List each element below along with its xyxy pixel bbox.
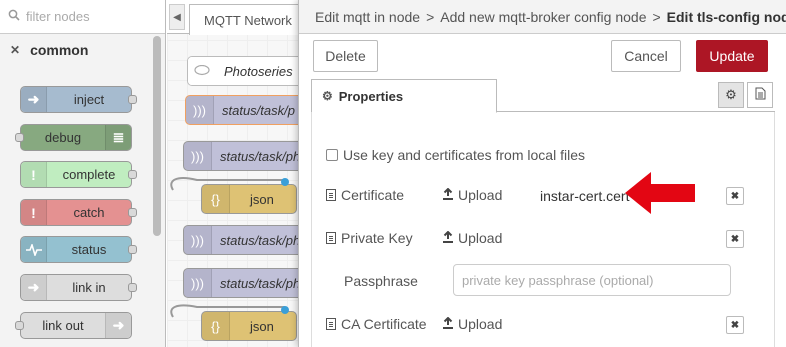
input-port: [15, 321, 24, 330]
output-port: [128, 170, 137, 179]
chevron-down-icon: ✕: [10, 43, 21, 57]
upload-icon: [442, 316, 454, 332]
palette-node-label: status: [71, 242, 107, 257]
close-icon: ✖: [730, 190, 740, 202]
palette-node-complete[interactable]: ! complete: [20, 161, 137, 188]
page-title: Edit tls-config node: [666, 8, 786, 25]
palette-node-status[interactable]: status: [20, 236, 137, 263]
input-port: [15, 133, 24, 142]
node-description-button[interactable]: [747, 82, 773, 108]
exclamation-icon: !: [21, 162, 47, 187]
palette-node-label: complete: [62, 167, 116, 182]
list-icon: ≣: [105, 125, 131, 150]
palette-node-link-out[interactable]: link out ➜: [15, 312, 132, 339]
passphrase-input[interactable]: [453, 264, 731, 296]
certificate-row: Certificate: [326, 187, 404, 203]
private-key-label: Private Key: [341, 230, 413, 246]
close-icon: ✖: [730, 233, 740, 245]
use-key-row: Use key and certificates from local file…: [326, 147, 585, 163]
passphrase-label: Passphrase: [344, 273, 418, 289]
tray-breadcrumb: Edit mqtt in node > Add new mqtt-broker …: [299, 0, 786, 34]
upload-icon: [442, 187, 454, 203]
output-port: [128, 283, 137, 292]
private-key-upload-button[interactable]: Upload: [442, 230, 502, 246]
ca-certificate-label: CA Certificate: [341, 316, 427, 332]
pulse-icon: [21, 237, 47, 262]
gear-icon: ⚙: [725, 87, 737, 102]
palette-node-label: catch: [73, 205, 105, 220]
search-icon: [8, 9, 20, 24]
link-arrow-icon: ➜: [21, 275, 47, 300]
upload-label: Upload: [458, 316, 503, 332]
certificate-upload-button[interactable]: Upload: [442, 187, 502, 203]
palette-search-input[interactable]: filter nodes: [0, 0, 165, 34]
palette-node-label: inject: [73, 92, 105, 107]
certificate-label: Certificate: [341, 187, 405, 203]
tls-config-form: Use key and certificates from local file…: [311, 112, 775, 347]
palette-scrollbar[interactable]: [153, 36, 161, 236]
breadcrumb-separator: >: [652, 8, 661, 25]
gear-icon: ⚙: [322, 89, 333, 103]
upload-label: Upload: [458, 230, 503, 246]
breadcrumb-item-mqtt-broker[interactable]: Add new mqtt-broker config node: [440, 9, 646, 25]
use-key-label: Use key and certificates from local file…: [343, 147, 585, 163]
file-icon: [326, 232, 336, 244]
ca-certificate-upload-button[interactable]: Upload: [442, 316, 502, 332]
arrow-right-icon: ➜: [21, 87, 47, 112]
output-port: [128, 208, 137, 217]
palette-node-catch[interactable]: ! catch: [20, 199, 137, 226]
edit-tray: Edit mqtt in node > Add new mqtt-broker …: [298, 0, 786, 347]
close-icon: ✖: [730, 319, 740, 331]
cancel-button[interactable]: Cancel: [611, 40, 681, 72]
tab-properties[interactable]: ⚙ Properties: [311, 79, 497, 113]
flow-workspace[interactable]: ◀ MQTT Network Photoseries ))) status/ta…: [167, 0, 307, 347]
palette-node-label: link out: [42, 318, 84, 333]
palette-node-label: debug: [44, 130, 82, 145]
node-palette: filter nodes ✕ common ➜ inject debug ≣ !…: [0, 0, 166, 347]
output-port: [128, 245, 137, 254]
ca-certificate-clear-button[interactable]: ✖: [726, 316, 744, 334]
delete-button[interactable]: Delete: [313, 40, 378, 72]
upload-label: Upload: [458, 187, 503, 203]
private-key-clear-button[interactable]: ✖: [726, 230, 744, 248]
certificate-file-name: instar-cert.cert: [540, 188, 630, 204]
palette-node-debug[interactable]: debug ≣: [15, 124, 132, 151]
use-key-checkbox[interactable]: [326, 149, 338, 161]
palette-node-link-in[interactable]: ➜ link in: [20, 274, 137, 301]
breadcrumb-item-mqtt-in[interactable]: Edit mqtt in node: [315, 9, 420, 25]
tray-tab-bar: ⚙ Properties ⚙: [311, 76, 775, 113]
ca-certificate-row: CA Certificate: [326, 316, 427, 332]
upload-icon: [442, 230, 454, 246]
breadcrumb-separator: >: [426, 8, 435, 25]
private-key-row: Private Key: [326, 230, 413, 246]
flow-wires: [170, 177, 289, 318]
exclamation-icon: !: [21, 200, 47, 225]
palette-category-label: common: [30, 42, 89, 58]
output-port: [128, 95, 137, 104]
passphrase-row: Passphrase: [344, 273, 418, 289]
link-arrow-icon: ➜: [105, 313, 131, 338]
palette-category-common[interactable]: ✕ common: [0, 34, 150, 66]
file-icon: [326, 318, 336, 330]
palette-node-label: link in: [72, 280, 106, 295]
file-icon: [326, 189, 336, 201]
tab-label: Properties: [338, 88, 404, 104]
update-button[interactable]: Update: [696, 40, 768, 72]
palette-node-inject[interactable]: ➜ inject: [20, 86, 137, 113]
certificate-clear-button[interactable]: ✖: [726, 187, 744, 205]
node-settings-button[interactable]: ⚙: [718, 82, 744, 108]
file-text-icon: [755, 87, 766, 103]
annotation-arrow-icon: [625, 172, 695, 214]
palette-search-placeholder: filter nodes: [26, 9, 90, 24]
